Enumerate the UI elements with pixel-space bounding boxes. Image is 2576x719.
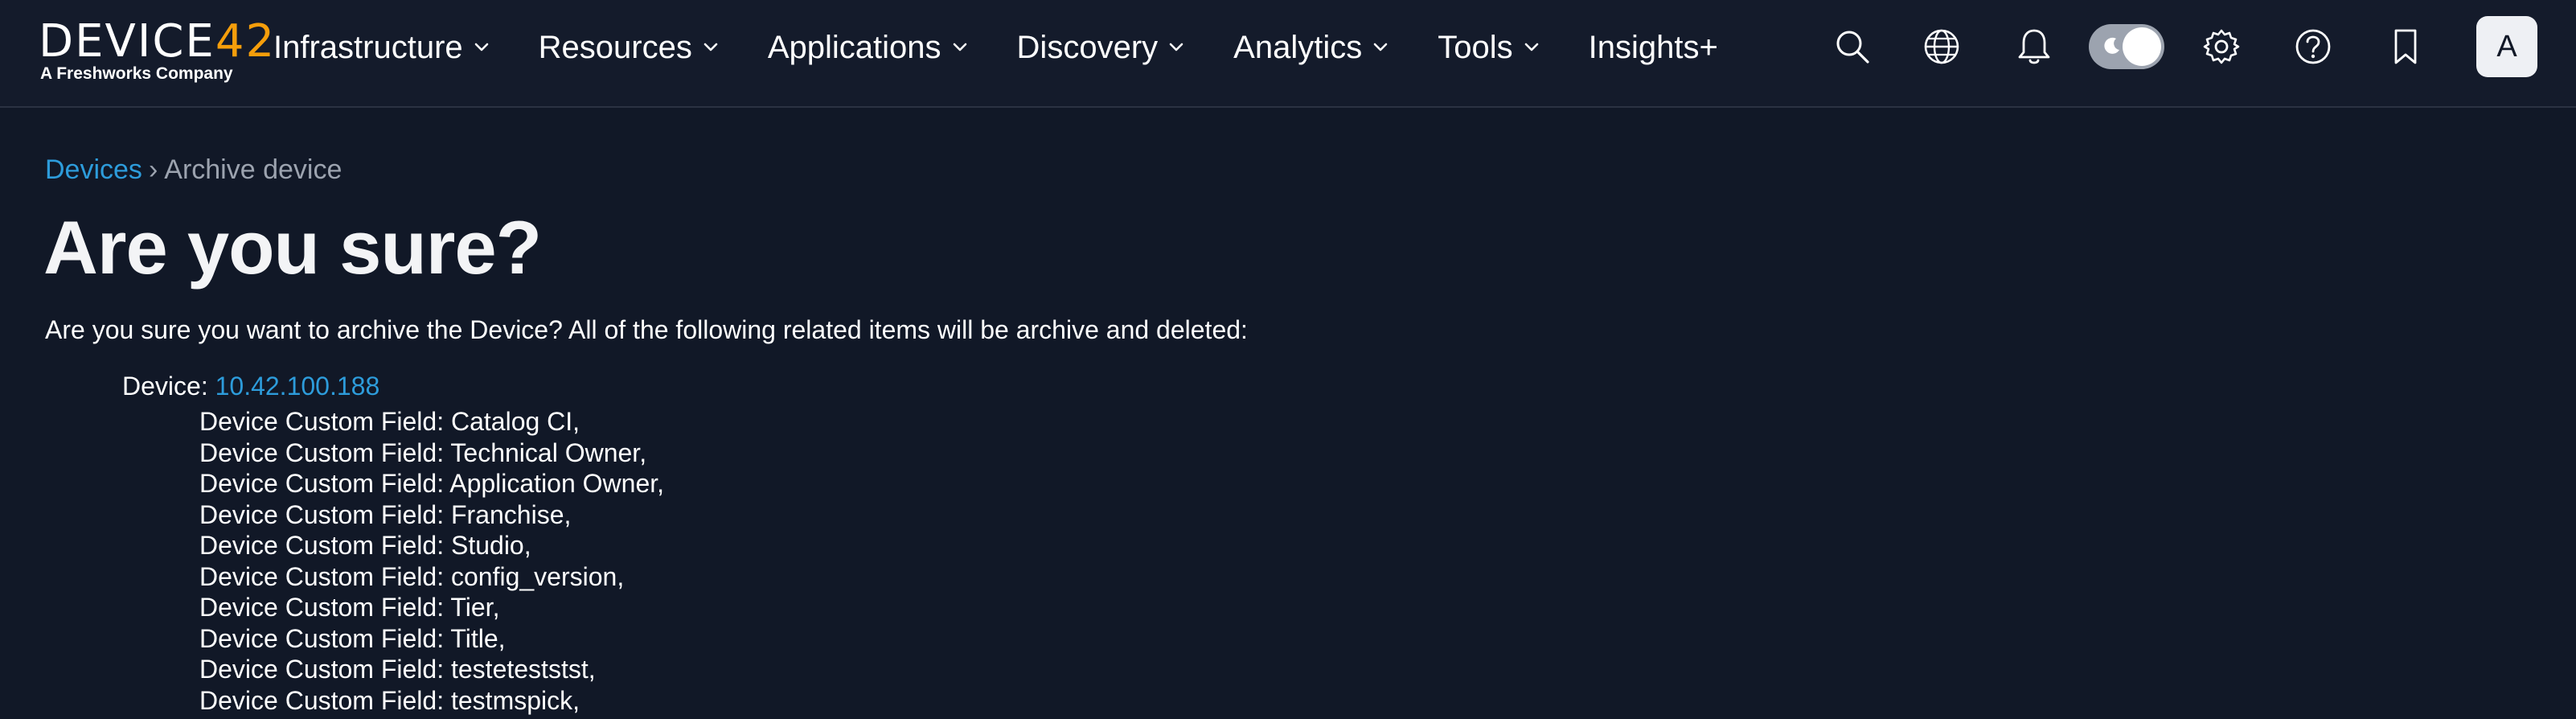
confirmation-message: Are you sure you want to archive the Dev… <box>45 315 1248 344</box>
top-navigation-bar: DEVICE42 A Freshworks Company Infrastruc… <box>0 0 2576 108</box>
bookmark-icon[interactable] <box>2383 24 2428 69</box>
list-item: Device Custom Field: Application Owner, <box>199 469 665 498</box>
list-item: Device Custom Field: Title, <box>199 623 506 653</box>
device-entry: Device: 10.42.100.188 <box>122 372 379 401</box>
list-item: Device Custom Field: Catalog CI, <box>199 407 580 436</box>
nav-item-applications[interactable]: Applications <box>768 23 967 72</box>
chevron-down-icon <box>703 43 718 52</box>
list-item: Device Custom Field: Tier, <box>199 593 500 622</box>
list-item: Device Custom Field: testmspick, <box>199 685 580 715</box>
list-item: Device Custom Field: config_version, <box>199 561 625 591</box>
theme-toggle[interactable] <box>2089 24 2164 69</box>
main-nav: Infrastructure Resources Applications Di… <box>273 0 1768 95</box>
list-item: Device Custom Field: Technical Owner, <box>199 438 647 467</box>
related-items-list: Device Custom Field: Catalog CI, Device … <box>199 406 664 716</box>
globe-icon[interactable] <box>1919 24 1964 69</box>
list-item: Device Custom Field: Franchise, <box>199 499 572 529</box>
chevron-down-icon <box>1524 43 1539 52</box>
help-icon[interactable] <box>2291 24 2336 69</box>
logo-tagline: A Freshworks Company <box>40 64 233 83</box>
user-avatar[interactable]: A <box>2476 16 2537 77</box>
nav-item-label: Discovery <box>1016 29 1159 65</box>
breadcrumb-current: Archive device <box>164 154 343 185</box>
gear-icon[interactable] <box>2199 24 2244 69</box>
chevron-down-icon <box>953 43 967 52</box>
logo-wordmark: DEVICE42 <box>39 15 277 68</box>
device-label: Device: <box>122 372 208 401</box>
nav-item-label: Tools <box>1438 29 1513 65</box>
chevron-down-icon <box>1373 43 1388 52</box>
search-icon[interactable] <box>1830 24 1875 69</box>
nav-item-label: Resources <box>538 29 692 65</box>
toggle-knob <box>2123 27 2161 66</box>
chevron-down-icon <box>1169 43 1183 52</box>
device42-logo[interactable]: DEVICE42 A Freshworks Company <box>39 18 274 87</box>
page-title: Are you sure? <box>43 205 542 290</box>
nav-item-insights[interactable]: Insights+ <box>1589 23 1718 72</box>
bell-icon[interactable] <box>2012 24 2057 69</box>
breadcrumb-link-devices[interactable]: Devices <box>45 154 142 185</box>
list-item: Device Custom Field: testeteststst, <box>199 655 596 684</box>
breadcrumb-separator: › <box>148 154 158 185</box>
nav-item-tools[interactable]: Tools <box>1438 23 1538 72</box>
nav-item-discovery[interactable]: Discovery <box>1017 23 1184 72</box>
nav-item-label: Applications <box>767 29 941 65</box>
device-link[interactable]: 10.42.100.188 <box>215 372 380 401</box>
nav-item-analytics[interactable]: Analytics <box>1233 23 1388 72</box>
nav-item-label: Analytics <box>1233 29 1363 65</box>
nav-item-infrastructure[interactable]: Infrastructure <box>273 23 489 72</box>
breadcrumb: Devices › Archive device <box>45 154 342 186</box>
chevron-down-icon <box>474 43 489 52</box>
nav-item-resources[interactable]: Resources <box>539 23 718 72</box>
moon-icon <box>2102 35 2123 60</box>
nav-item-label: Insights+ <box>1588 29 1718 65</box>
nav-item-label: Infrastructure <box>273 29 463 65</box>
list-item: Device Custom Field: Studio, <box>199 531 531 560</box>
